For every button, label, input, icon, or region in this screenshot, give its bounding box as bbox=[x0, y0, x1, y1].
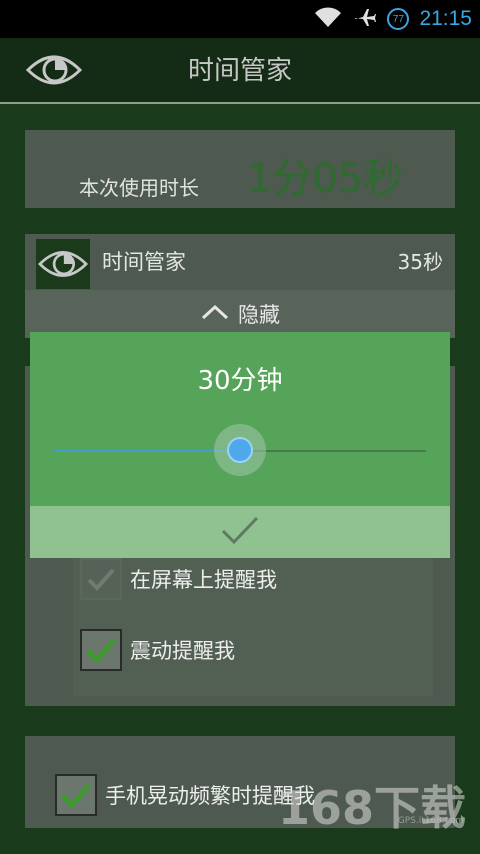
checkbox-shake-reminder[interactable] bbox=[55, 774, 97, 816]
app-name: 时间管家 bbox=[102, 250, 186, 274]
option-shake-reminder[interactable]: 手机晃动频繁时提醒我 bbox=[55, 774, 315, 816]
duration-dialog: 30分钟 bbox=[30, 332, 450, 558]
checkbox-screen-reminder[interactable] bbox=[80, 558, 122, 600]
chevron-up-icon bbox=[200, 302, 230, 326]
option-label: 震动提醒我 bbox=[130, 639, 235, 663]
notification-badge-icon: 77 bbox=[387, 8, 410, 30]
status-time: 21:15 bbox=[419, 7, 472, 30]
dialog-title: 30分钟 bbox=[197, 366, 283, 396]
hide-button[interactable]: 隐藏 bbox=[25, 290, 455, 338]
slider-thumb[interactable] bbox=[227, 437, 253, 463]
slider-fill bbox=[54, 450, 240, 452]
app-time: 35秒 bbox=[397, 250, 443, 274]
check-icon bbox=[220, 515, 260, 549]
hide-label: 隐藏 bbox=[238, 303, 280, 327]
watermark-logo: 168下载 bbox=[277, 781, 466, 835]
option-screen-reminder[interactable]: 在屏幕上提醒我 bbox=[80, 558, 277, 600]
option-vibrate-reminder[interactable]: 震动提醒我 bbox=[80, 629, 235, 671]
wifi-icon bbox=[313, 6, 343, 32]
usage-card: 本次使用时长 1分05秒 bbox=[25, 130, 455, 208]
checkbox-vibrate-reminder[interactable] bbox=[80, 629, 122, 671]
status-bar: 77 21:15 bbox=[0, 0, 480, 38]
usage-value: 1分05秒 bbox=[247, 156, 404, 202]
confirm-button[interactable] bbox=[30, 506, 450, 558]
app-list-card: 时间管家 35秒 隐藏 bbox=[25, 234, 455, 338]
app-eye-icon bbox=[36, 239, 90, 289]
airplane-icon bbox=[353, 6, 377, 32]
app-bar: 时间管家 bbox=[0, 38, 480, 104]
option-label: 在屏幕上提醒我 bbox=[130, 568, 277, 592]
usage-label: 本次使用时长 bbox=[79, 176, 199, 200]
watermark-url: GPS.it168.com bbox=[397, 816, 464, 826]
app-title: 时间管家 bbox=[187, 56, 292, 86]
